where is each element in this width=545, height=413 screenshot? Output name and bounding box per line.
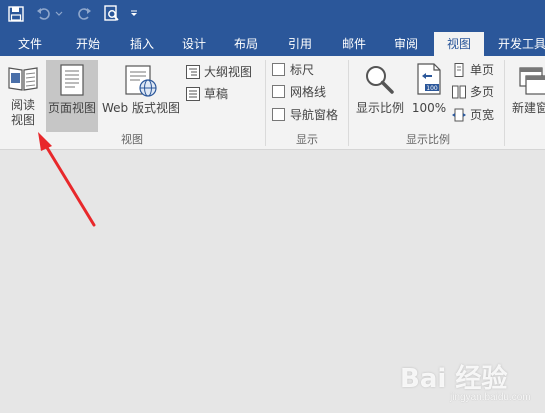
undo-dropdown-icon[interactable] [54, 4, 64, 24]
gridlines-checkbox[interactable]: 网格线 [272, 82, 342, 102]
tab-view[interactable]: 视图 [434, 32, 484, 56]
web-layout-icon [125, 65, 157, 97]
quick-access-toolbar [0, 0, 545, 32]
navigation-pane-checkbox-box[interactable] [272, 108, 285, 121]
zoom-group-label: 显示比例 [406, 133, 450, 146]
hundred-percent-button[interactable]: 100 100% [410, 60, 448, 128]
watermark-sub: jingyan.baidu.com [450, 392, 531, 403]
web-layout-button[interactable]: Web 版式视图 [100, 60, 182, 128]
ruler-checkbox[interactable]: 标尺 [272, 60, 342, 80]
ruler-label: 标尺 [290, 63, 315, 77]
new-window-button[interactable]: 新建窗 [508, 60, 545, 128]
one-page-label: 单页 [470, 63, 495, 77]
one-page-icon [454, 63, 464, 77]
read-mode-label-line1: 阅读 [10, 98, 35, 112]
print-preview-icon[interactable] [102, 4, 122, 24]
ribbon-tabs: 文件 开始 插入 设计 布局 引用 邮件 审阅 视图 开发工具 [0, 32, 545, 56]
gridlines-checkbox-box[interactable] [272, 85, 285, 98]
new-window-label: 新建窗 [512, 101, 545, 115]
draft-icon [186, 87, 200, 101]
save-icon[interactable] [6, 4, 26, 24]
tab-home[interactable]: 开始 [64, 32, 112, 56]
new-window-icon [519, 67, 545, 95]
tab-insert[interactable]: 插入 [118, 32, 166, 56]
multiple-pages-button[interactable]: 多页 [452, 82, 500, 102]
watermark-main: Bai 经验 [400, 364, 508, 394]
navigation-pane-checkbox[interactable]: 导航窗格 [272, 105, 346, 125]
hundred-percent-label: 100% [411, 101, 447, 115]
web-layout-label: Web 版式视图 [102, 101, 180, 115]
page-width-label: 页宽 [470, 108, 495, 122]
read-mode-label-line2: 视图 [10, 113, 35, 127]
tab-mailings[interactable]: 邮件 [330, 32, 378, 56]
show-group-label: 显示 [296, 133, 318, 146]
print-layout-button[interactable]: 页面视图 [46, 60, 98, 132]
outline-label: 大纲视图 [204, 65, 253, 79]
read-mode-icon [8, 67, 38, 91]
draft-label: 草稿 [204, 87, 229, 101]
multiple-pages-label: 多页 [470, 85, 495, 99]
draft-button[interactable]: 草稿 [186, 84, 246, 104]
read-mode-button[interactable]: 阅读 视图 [2, 60, 44, 128]
zoom-button[interactable]: 显示比例 [352, 60, 408, 128]
tab-file[interactable]: 文件 [8, 32, 52, 56]
multiple-pages-icon [452, 85, 466, 99]
page-width-button[interactable]: 页宽 [452, 105, 500, 125]
tab-layout[interactable]: 布局 [222, 32, 270, 56]
navigation-pane-label: 导航窗格 [290, 108, 339, 122]
one-page-button[interactable]: 单页 [452, 60, 500, 80]
outline-button[interactable]: 大纲视图 [186, 62, 266, 82]
watermark: Bai 经验 jingyan.baidu.com [392, 356, 542, 408]
group-divider [265, 60, 266, 146]
zoom-label: 显示比例 [355, 101, 404, 115]
hundred-percent-icon: 100 [417, 63, 441, 95]
tab-design[interactable]: 设计 [170, 32, 218, 56]
tab-references[interactable]: 引用 [276, 32, 324, 56]
ribbon-view: 阅读 视图 页面视图 Web 版式视图 大纲视图 草稿 视图 标尺 网格线 导航… [0, 56, 545, 150]
gridlines-label: 网格线 [290, 85, 327, 99]
views-group-label: 视图 [121, 133, 143, 146]
group-divider [348, 60, 349, 146]
magnifier-icon [366, 66, 394, 94]
print-layout-label: 页面视图 [47, 101, 96, 115]
svg-text:100: 100 [426, 85, 438, 92]
tab-review[interactable]: 审阅 [382, 32, 430, 56]
outline-icon [186, 65, 200, 79]
ruler-checkbox-box[interactable] [272, 63, 285, 76]
group-divider [504, 60, 505, 146]
redo-icon[interactable] [74, 4, 94, 24]
print-layout-icon [60, 64, 84, 96]
customize-toolbar-icon[interactable] [128, 4, 140, 24]
tab-developer[interactable]: 开发工具 [492, 32, 545, 56]
page-width-icon [452, 108, 466, 122]
undo-icon[interactable] [34, 4, 54, 24]
